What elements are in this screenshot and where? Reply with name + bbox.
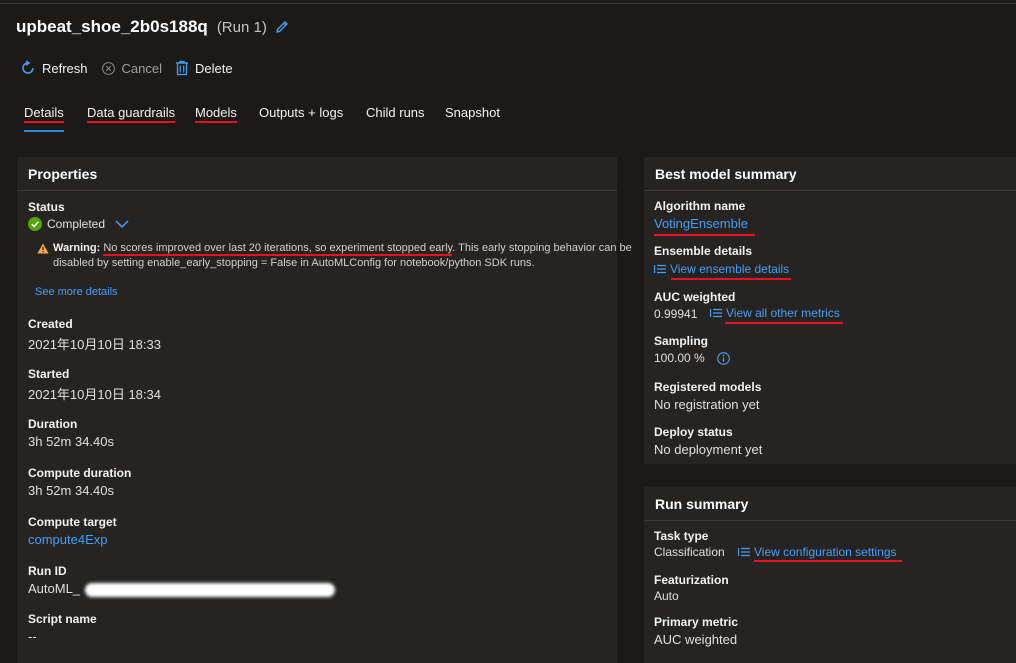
check-circle-icon [28,217,42,231]
tab-details[interactable]: Details [24,105,64,132]
duration-value: 3h 52m 34.40s [28,434,115,449]
registered-models-label: Registered models [654,380,762,394]
annotation-underline [671,278,791,280]
cancel-icon [101,61,115,75]
best-model-title: Best model summary [644,157,1016,191]
chevron-down-icon[interactable] [115,219,129,229]
compute-target-link[interactable]: compute4Exp [28,532,108,547]
tab-child-runs[interactable]: Child runs [366,105,425,120]
view-ensemble-details-link[interactable]: View ensemble details [654,262,789,276]
refresh-icon [22,60,34,74]
featurization-value: Auto [654,589,679,603]
algorithm-link[interactable]: VotingEnsemble [654,216,748,231]
cancel-label: Cancel [121,60,162,76]
tab-outputs-logs[interactable]: Outputs + logs [259,105,343,120]
refresh-button[interactable]: Refresh [20,60,88,76]
compute-duration-value: 3h 52m 34.40s [28,483,115,498]
auc-value: 0.99941 [654,307,698,321]
view-ensemble-details-label: View ensemble details [670,262,790,276]
compute-target-label: Compute target [28,515,117,529]
annotation-underline [754,560,902,562]
view-configuration-settings-label: View configuration settings [754,545,897,559]
pencil-icon[interactable] [274,19,290,35]
best-model-summary-panel: Best model summary Algorithm name Voting… [644,157,1016,464]
status-label: Status [28,200,65,214]
list-icon [710,308,722,318]
started-label: Started [28,367,70,381]
top-divider [0,3,1016,4]
compute-duration-label: Compute duration [28,466,132,480]
annotation-underline [725,322,843,324]
task-type-value: Classification [654,545,725,559]
refresh-label: Refresh [42,60,88,76]
info-icon[interactable] [717,352,730,365]
tab-data-guardrails-label: Data guardrails [87,105,176,120]
auc-label: AUC weighted [654,290,736,304]
tab-snapshot-label: Snapshot [445,105,500,120]
duration-label: Duration [28,417,78,431]
run-id-label: Run ID [28,564,67,578]
tab-models[interactable]: Models [195,105,237,123]
sampling-label: Sampling [654,334,709,348]
page-title-row: upbeat_shoe_2b0s188q (Run 1) [16,16,290,38]
properties-panel: Properties Status Completed Warning: No … [17,157,632,663]
view-all-metrics-label: View all other metrics [726,306,840,320]
list-icon [738,547,750,557]
run-number: (Run 1) [216,18,267,36]
tab-child-runs-label: Child runs [366,105,425,120]
tab-models-label: Models [195,105,237,120]
run-summary-title: Run summary [644,487,1016,521]
warning-icon [37,243,49,254]
warning-highlight: No scores improved over last 20 iteratio… [103,242,453,256]
featurization-label: Featurization [654,573,729,587]
tab-data-guardrails[interactable]: Data guardrails [87,105,176,123]
warning-prefix: Warning: [53,242,101,254]
script-name-label: Script name [28,612,97,626]
page-title: upbeat_shoe_2b0s188q [16,17,208,36]
ensemble-label: Ensemble details [654,244,753,258]
active-tab-indicator [24,130,64,132]
cancel-button[interactable]: Cancel [101,61,162,76]
run-id-value: AutoML_ [28,581,80,596]
annotation-underline [195,121,237,123]
tab-outputs-logs-label: Outputs + logs [259,105,344,120]
command-bar: Refresh Cancel Delete [20,58,246,78]
task-type-label: Task type [654,529,709,543]
view-configuration-settings-link[interactable]: View configuration settings [738,545,897,559]
created-value: 2021年10月10日 18:33 [28,337,161,352]
primary-metric-value: AUC weighted [654,632,738,647]
redaction-mark [85,583,335,597]
view-all-metrics-link[interactable]: View all other metrics [710,306,840,320]
deploy-status-label: Deploy status [654,425,733,439]
delete-label: Delete [195,60,233,76]
run-summary-panel: Run summary Task type Classification Vie… [644,487,1016,663]
registered-models-value: No registration yet [654,397,760,412]
tab-details-label: Details [24,105,64,120]
properties-title: Properties [17,157,617,191]
early-stopping-warning: Warning: No scores improved over last 20… [37,241,633,271]
annotation-underline [654,234,755,236]
delete-button[interactable]: Delete [175,60,233,76]
status-value: Completed [28,217,129,231]
primary-metric-label: Primary metric [654,615,739,629]
run-id-prefix: AutoML_ [28,581,81,596]
algorithm-label: Algorithm name [654,199,746,213]
annotation-underline [24,121,64,123]
sampling-value: 100.00 % [654,351,705,365]
trash-icon [176,60,188,76]
script-name-value: -- [28,629,37,644]
deploy-status-value: No deployment yet [654,442,763,457]
status-text: Completed [47,217,106,231]
annotation-underline [87,121,176,123]
created-label: Created [28,317,73,331]
list-icon [654,264,666,274]
started-value: 2021年10月10日 18:34 [28,387,161,402]
see-more-details-link[interactable]: See more details [35,286,118,298]
tab-snapshot[interactable]: Snapshot [445,105,500,120]
